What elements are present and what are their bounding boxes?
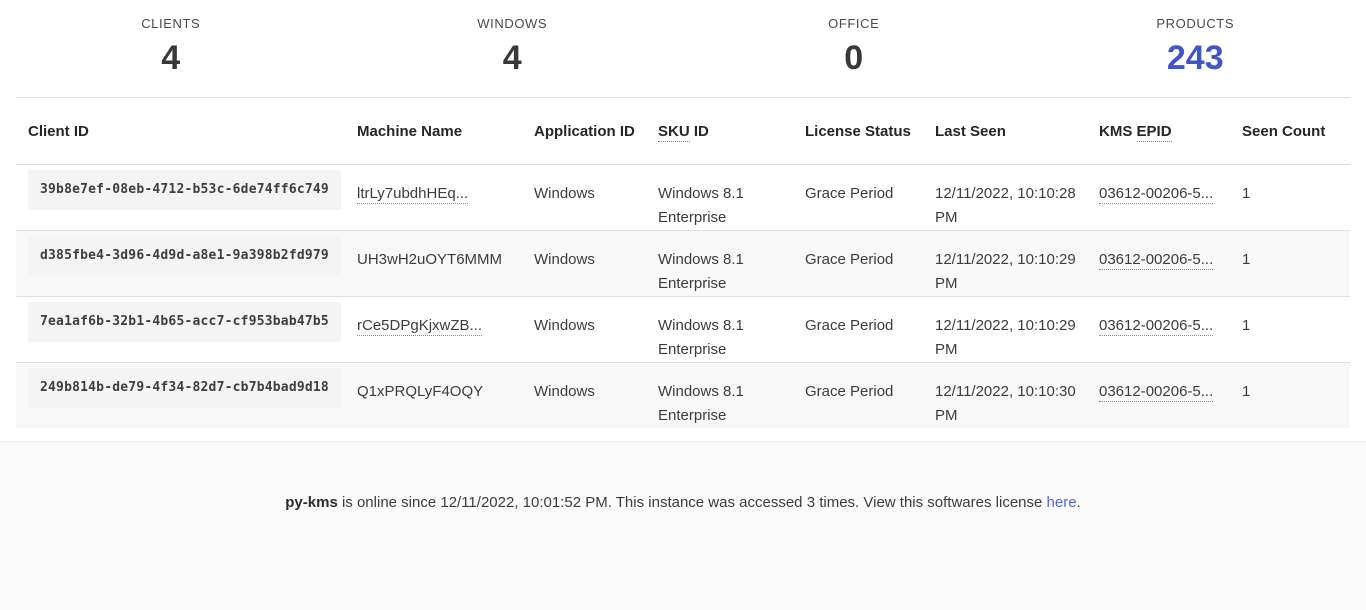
stat-windows-label: WINDOWS [342,16,684,32]
cell-license-status: Grace Period [805,231,935,297]
column-header-application-id: Application ID [534,98,658,165]
kms-text: KMS [1099,123,1132,140]
stat-office: OFFICE 0 [683,16,1025,78]
cell-license-status: Grace Period [805,165,935,231]
column-header-sku-id: SKU ID [658,98,805,165]
client-id-chip: 7ea1af6b-32b1-4b65-acc7-cf953bab47b5 [28,302,341,342]
cell-license-status: Grace Period [805,297,935,363]
content-sheet: CLIENTS 4 WINDOWS 4 OFFICE 0 PRODUCTS 24… [0,0,1366,441]
column-header-license-status: License Status [805,98,935,165]
cell-seen-count: 1 [1242,297,1350,363]
table-row: 39b8e7ef-08eb-4712-b53c-6de74ff6c749 ltr… [16,165,1350,231]
column-header-client-id: Client ID [16,98,357,165]
cell-last-seen: 12/11/2022, 10:10:29 PM [935,297,1099,363]
cell-last-seen: 12/11/2022, 10:10:29 PM [935,231,1099,297]
machine-name-abbr: rCe5DPgKjxwZB... [357,317,482,336]
cell-license-status: Grace Period [805,363,935,429]
stat-products-label: PRODUCTS [1025,16,1366,32]
stat-office-value: 0 [683,38,1025,78]
stat-office-label: OFFICE [683,16,1025,32]
machine-name-text: UH3wH2uOYT6MMM [357,251,502,268]
column-header-machine-name: Machine Name [357,98,534,165]
table-row: d385fbe4-3d96-4d9d-a8e1-9a398b2fd979 UH3… [16,231,1350,297]
table-row: 249b814b-de79-4f34-82d7-cb7b4bad9d18 Q1x… [16,363,1350,429]
cell-client-id: 249b814b-de79-4f34-82d7-cb7b4bad9d18 [16,363,357,429]
client-id-chip: 39b8e7ef-08eb-4712-b53c-6de74ff6c749 [28,170,341,210]
epid-abbr: EPID [1137,123,1172,142]
stat-products-value: 243 [1025,38,1366,78]
table-header-row: Client ID Machine Name Application ID SK… [16,98,1350,165]
footer-status-text: is online since 12/11/2022, 10:01:52 PM.… [342,494,1042,511]
cell-machine-name: ltrLy7ubdhHEq... [357,165,534,231]
cell-client-id: 39b8e7ef-08eb-4712-b53c-6de74ff6c749 [16,165,357,231]
cell-machine-name: UH3wH2uOYT6MMM [357,231,534,297]
status-footer: py-kms is online since 12/11/2022, 10:01… [0,441,1366,610]
clients-table: Client ID Machine Name Application ID SK… [16,98,1350,428]
sku-rest: ID [694,123,709,140]
stat-clients: CLIENTS 4 [0,16,342,78]
cell-seen-count: 1 [1242,231,1350,297]
stat-windows-value: 4 [342,38,684,78]
cell-application-id: Windows [534,165,658,231]
cell-last-seen: 12/11/2022, 10:10:30 PM [935,363,1099,429]
stats-row: CLIENTS 4 WINDOWS 4 OFFICE 0 PRODUCTS 24… [0,0,1366,97]
cell-sku-id: Windows 8.1 Enterprise [658,297,805,363]
client-id-chip: d385fbe4-3d96-4d9d-a8e1-9a398b2fd979 [28,236,341,276]
cell-kms-epid: 03612-00206-5... [1099,363,1242,429]
cell-last-seen: 12/11/2022, 10:10:28 PM [935,165,1099,231]
cell-sku-id: Windows 8.1 Enterprise [658,231,805,297]
cell-client-id: 7ea1af6b-32b1-4b65-acc7-cf953bab47b5 [16,297,357,363]
cell-client-id: d385fbe4-3d96-4d9d-a8e1-9a398b2fd979 [16,231,357,297]
cell-sku-id: Windows 8.1 Enterprise [658,363,805,429]
kms-epid-abbr: 03612-00206-5... [1099,185,1213,204]
machine-name-abbr: ltrLy7ubdhHEq... [357,185,468,204]
app-name: py-kms [285,494,338,511]
footer-suffix: . [1077,494,1081,511]
stat-clients-value: 4 [0,38,342,78]
stat-clients-label: CLIENTS [0,16,342,32]
stat-windows: WINDOWS 4 [342,16,684,78]
cell-kms-epid: 03612-00206-5... [1099,297,1242,363]
cell-seen-count: 1 [1242,165,1350,231]
column-header-last-seen: Last Seen [935,98,1099,165]
cell-application-id: Windows [534,363,658,429]
cell-seen-count: 1 [1242,363,1350,429]
table-row: 7ea1af6b-32b1-4b65-acc7-cf953bab47b5 rCe… [16,297,1350,363]
kms-epid-abbr: 03612-00206-5... [1099,317,1213,336]
cell-kms-epid: 03612-00206-5... [1099,165,1242,231]
cell-application-id: Windows [534,297,658,363]
machine-name-text: Q1xPRQLyF4OQY [357,383,483,400]
cell-kms-epid: 03612-00206-5... [1099,231,1242,297]
sku-abbr: SKU [658,123,690,142]
kms-epid-abbr: 03612-00206-5... [1099,251,1213,270]
stat-products: PRODUCTS 243 [1025,16,1366,78]
cell-machine-name: rCe5DPgKjxwZB... [357,297,534,363]
cell-application-id: Windows [534,231,658,297]
license-link[interactable]: here [1047,494,1077,511]
column-header-kms-epid: KMS EPID [1099,98,1242,165]
cell-sku-id: Windows 8.1 Enterprise [658,165,805,231]
cell-machine-name: Q1xPRQLyF4OQY [357,363,534,429]
kms-epid-abbr: 03612-00206-5... [1099,383,1213,402]
column-header-seen-count: Seen Count [1242,98,1350,165]
client-id-chip: 249b814b-de79-4f34-82d7-cb7b4bad9d18 [28,368,341,408]
